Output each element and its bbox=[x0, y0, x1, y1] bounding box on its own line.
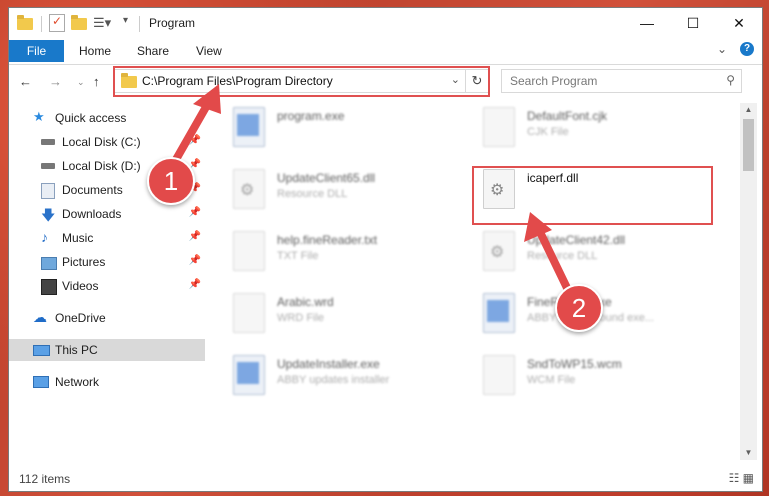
arrow-2-shaft bbox=[536, 228, 572, 294]
step-badge-1: 1 bbox=[147, 157, 195, 205]
arrow-2-head bbox=[524, 212, 552, 242]
step-badge-2: 2 bbox=[555, 284, 603, 332]
annotation-arrows bbox=[166, 84, 572, 294]
